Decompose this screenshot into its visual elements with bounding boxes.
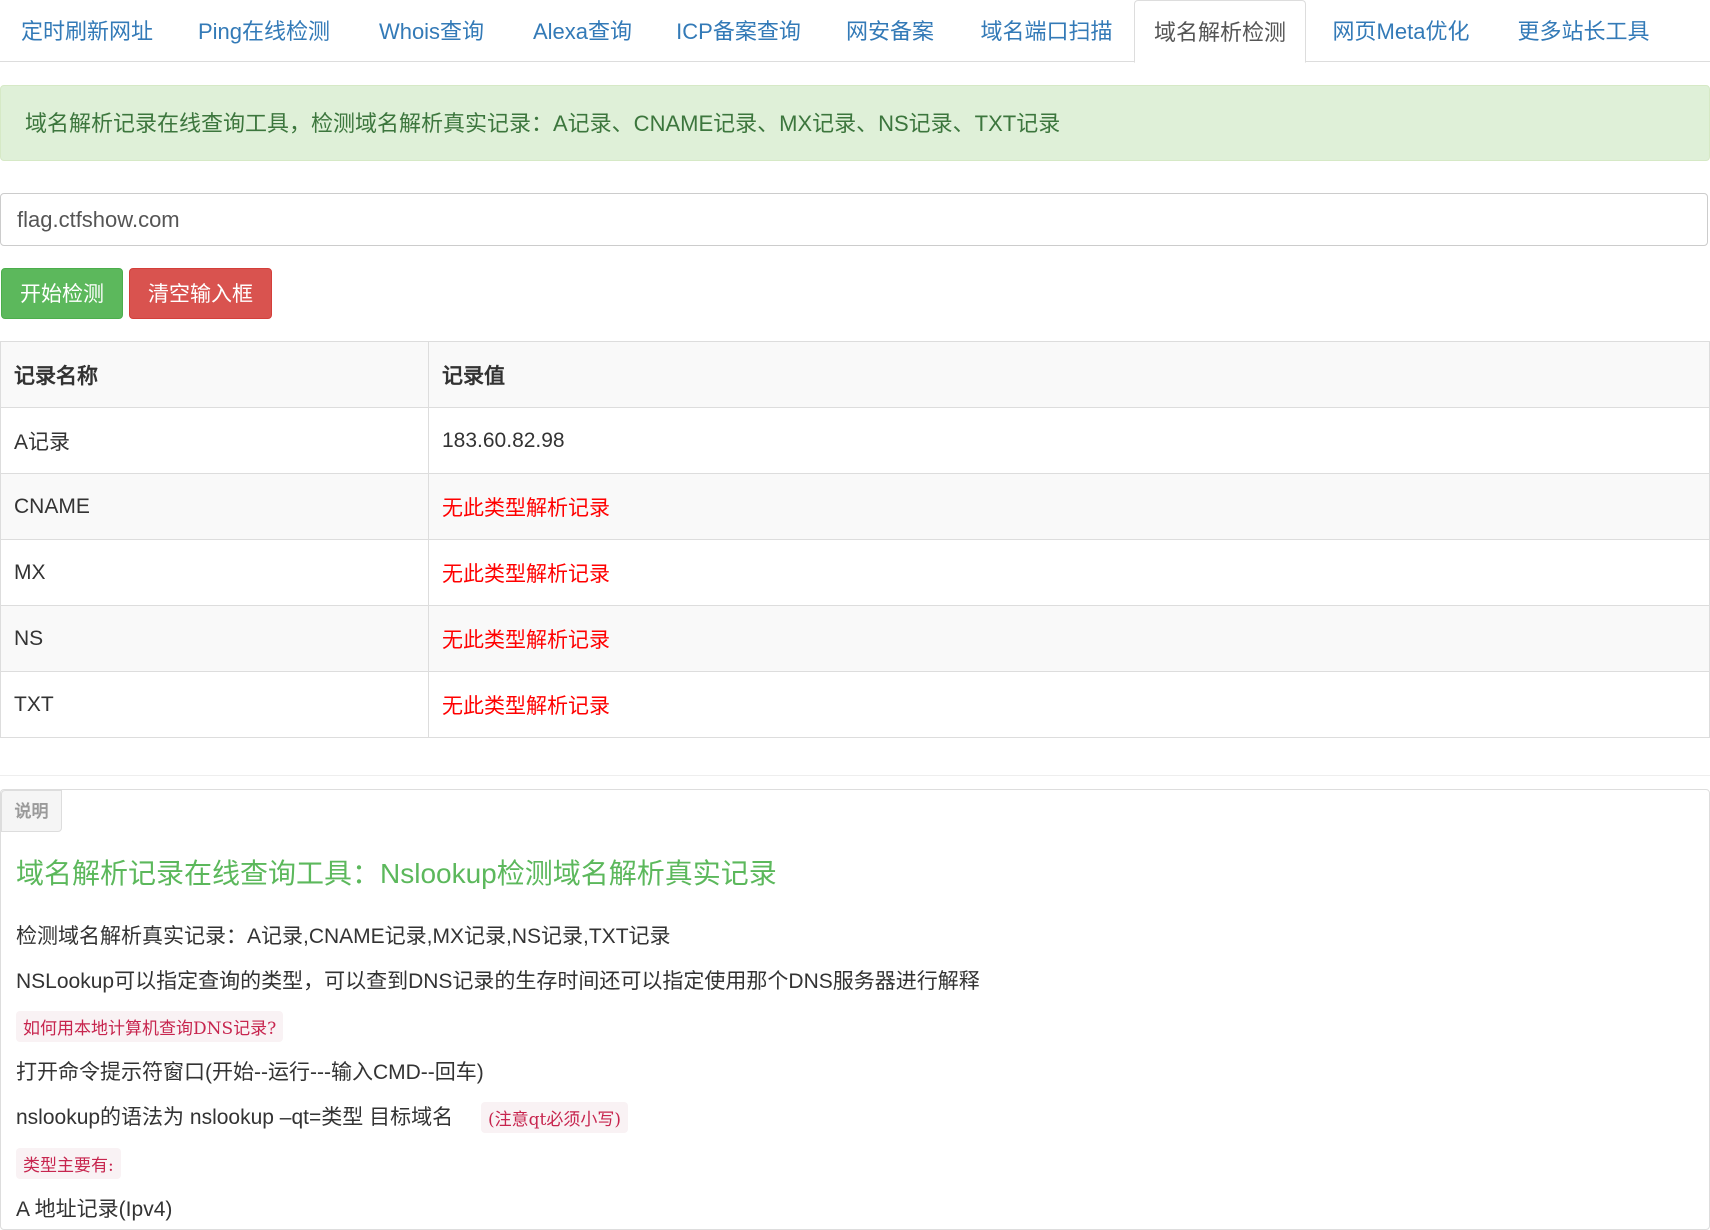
table-row: NS 无此类型解析记录 bbox=[0, 605, 1710, 672]
tab-meta-optimize[interactable]: 网页Meta优化 bbox=[1306, 0, 1496, 62]
tab-more-tools[interactable]: 更多站长工具 bbox=[1496, 0, 1671, 62]
table-header-row: 记录名称 记录值 bbox=[0, 341, 1710, 408]
tab-port-scan[interactable]: 域名端口扫描 bbox=[959, 0, 1134, 62]
table-row: A记录 183.60.82.98 bbox=[0, 407, 1710, 474]
tab-alexa[interactable]: Alexa查询 bbox=[509, 0, 656, 62]
divider bbox=[0, 775, 1710, 776]
code-how-to-query: 如何用本地计算机查询DNS记录? bbox=[16, 1011, 284, 1042]
results-table: 记录名称 记录值 A记录 183.60.82.98 CNAME 无此类型解析记录… bbox=[0, 341, 1710, 738]
tab-ping[interactable]: Ping在线检测 bbox=[174, 0, 354, 62]
record-name-cell: MX bbox=[0, 539, 429, 606]
description-line-3: 打开命令提示符窗口(开始--运行---输入CMD--回车) bbox=[16, 1061, 484, 1084]
description-title: 域名解析记录在线查询工具：Nslookup检测域名解析真实记录 bbox=[16, 858, 777, 889]
record-value-cell: 无此类型解析记录 bbox=[428, 473, 1710, 540]
record-name-cell: A记录 bbox=[0, 407, 429, 474]
record-value-cell: 无此类型解析记录 bbox=[428, 539, 1710, 606]
record-value-cell: 无此类型解析记录 bbox=[428, 671, 1710, 738]
tab-security-filing[interactable]: 网安备案 bbox=[821, 0, 959, 62]
header-record-name: 记录名称 bbox=[0, 341, 429, 408]
start-check-button[interactable]: 开始检测 bbox=[1, 268, 123, 319]
code-qt-lowercase-note: (注意qt必须小写) bbox=[481, 1102, 628, 1133]
record-name-cell: TXT bbox=[0, 671, 429, 738]
tab-icp[interactable]: ICP备案查询 bbox=[656, 0, 821, 62]
info-alert: 域名解析记录在线查询工具，检测域名解析真实记录：A记录、CNAME记录、MX记录… bbox=[0, 85, 1710, 161]
code-types-label: 类型主要有: bbox=[16, 1148, 121, 1179]
record-name-cell: CNAME bbox=[0, 473, 429, 540]
table-row: TXT 无此类型解析记录 bbox=[0, 671, 1710, 738]
domain-input[interactable] bbox=[0, 193, 1708, 246]
header-record-value: 记录值 bbox=[428, 341, 1710, 408]
description-line-4: nslookup的语法为 nslookup –qt=类型 目标域名 bbox=[16, 1106, 454, 1129]
clear-input-button[interactable]: 清空输入框 bbox=[129, 268, 272, 319]
description-line-5: A 地址记录(Ipv4) bbox=[16, 1198, 173, 1221]
description-line-2: NSLookup可以指定查询的类型，可以查到DNS记录的生存时间还可以指定使用那… bbox=[16, 970, 980, 993]
table-row: CNAME 无此类型解析记录 bbox=[0, 473, 1710, 540]
tab-whois[interactable]: Whois查询 bbox=[354, 0, 509, 62]
record-value-cell: 无此类型解析记录 bbox=[428, 605, 1710, 672]
table-row: MX 无此类型解析记录 bbox=[0, 539, 1710, 606]
description-line-1: 检测域名解析真实记录：A记录,CNAME记录,MX记录,NS记录,TXT记录 bbox=[16, 925, 671, 948]
description-badge: 说明 bbox=[1, 790, 62, 832]
record-value-cell: 183.60.82.98 bbox=[428, 407, 1710, 474]
record-name-cell: NS bbox=[0, 605, 429, 672]
tab-timed-refresh[interactable]: 定时刷新网址 bbox=[0, 0, 174, 62]
nav-tabs: 定时刷新网址 Ping在线检测 Whois查询 Alexa查询 ICP备案查询 … bbox=[0, 0, 1710, 63]
tab-dns-check[interactable]: 域名解析检测 bbox=[1134, 0, 1306, 63]
